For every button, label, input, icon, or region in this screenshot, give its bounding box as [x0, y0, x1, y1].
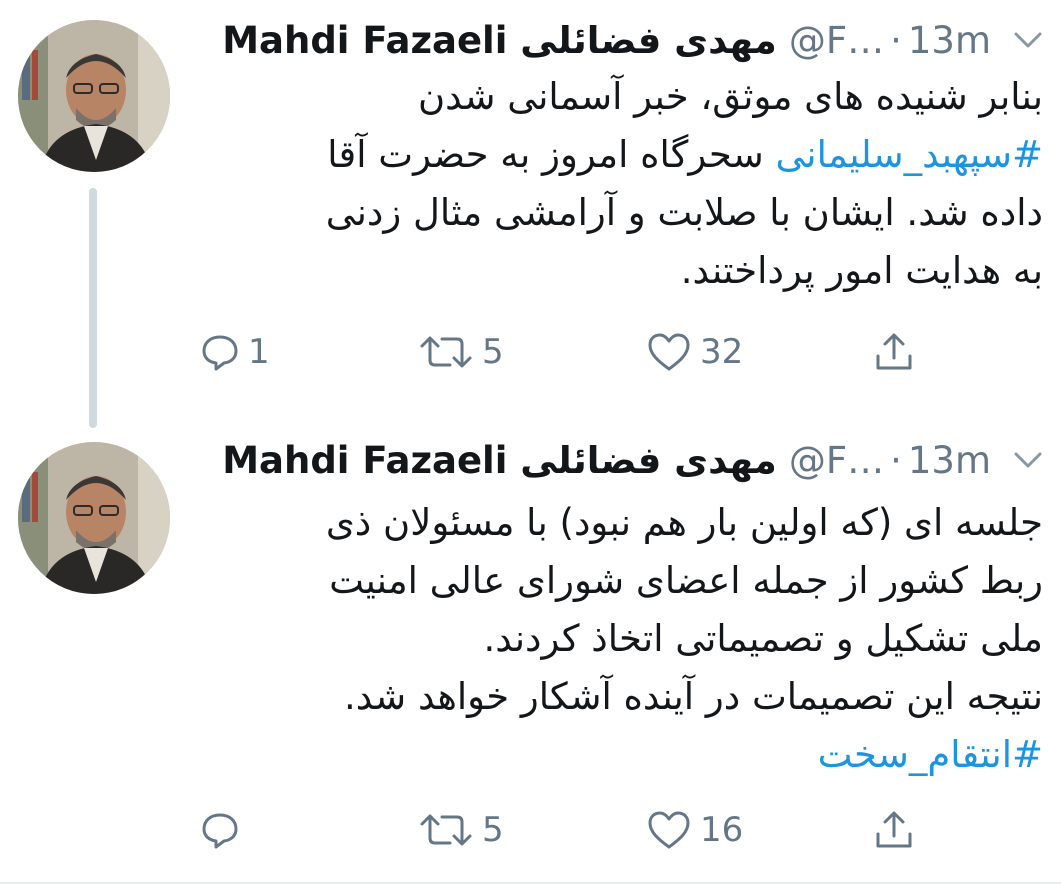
tweet-text: بنابر شنیده های موثق، خبر آسمانی شدن #سپ… [200, 68, 1043, 300]
separator: · [890, 438, 902, 482]
share-icon [876, 333, 912, 370]
separator: · [890, 18, 902, 62]
reply-icon [202, 335, 238, 371]
like-button[interactable]: 16 [646, 800, 743, 860]
timestamp[interactable]: 13m [908, 439, 991, 482]
tweet-line: #انتقام_سخت [200, 726, 1043, 784]
tweet-line: جلسه ای (که اولین بار هم نبود) با مسئولا… [325, 501, 1043, 544]
tweet-line: به هدایت امور پرداختند. [680, 249, 1043, 292]
tweet-actions: 5 16 [0, 800, 1061, 860]
author-name[interactable]: Mahdi Fazaeli مهدی فضائلی [222, 19, 777, 62]
reply-icon [202, 813, 238, 849]
tweet-line: بنابر شنیده های موثق، خبر آسمانی شدن [417, 75, 1043, 118]
share-button[interactable] [872, 800, 916, 860]
avatar[interactable] [18, 442, 170, 594]
author-handle[interactable]: @F… [789, 19, 884, 62]
like-count: 16 [700, 810, 744, 850]
tweet-line: نتیجه این تصمیمات در آینده آشکار خواهد ش… [344, 675, 1043, 718]
like-icon [648, 811, 690, 849]
hashtag-link[interactable]: #سپهبد_سلیمانی [775, 133, 1043, 176]
tweet-line: #سپهبد_سلیمانی سحرگاه امروز به حضرت آقا [327, 133, 1043, 176]
chevron-down-icon[interactable] [1013, 30, 1043, 50]
retweet-button[interactable]: 5 [418, 322, 504, 382]
thread-line [89, 188, 97, 428]
share-button[interactable] [872, 322, 916, 382]
tweet-header: Mahdi Fazaeli مهدی فضائلی @F… · 13m [222, 436, 1043, 484]
tweet-header: Mahdi Fazaeli مهدی فضائلی @F… · 13m [222, 16, 1043, 64]
avatar[interactable] [18, 20, 170, 172]
reply-button[interactable]: 1 [200, 322, 270, 382]
reply-count: 1 [248, 332, 270, 372]
like-button[interactable]: 32 [646, 322, 743, 382]
hashtag-link[interactable]: #انتقام_سخت [818, 733, 1043, 776]
divider [0, 882, 1061, 884]
retweet-count: 5 [482, 332, 504, 372]
timestamp[interactable]: 13m [908, 19, 991, 62]
retweet-icon [420, 814, 472, 846]
tweet-line: ملی تشکیل و تصمیماتی اتخاذ کردند. [483, 617, 1043, 660]
author-name[interactable]: Mahdi Fazaeli مهدی فضائلی [222, 439, 777, 482]
tweet-text: جلسه ای (که اولین بار هم نبود) با مسئولا… [200, 494, 1043, 784]
tweet-line: داده شد. ایشان با صلابت و آرامشی مثال زد… [325, 191, 1043, 234]
like-icon [648, 333, 690, 371]
share-icon [876, 811, 912, 848]
retweet-count: 5 [482, 810, 504, 850]
retweet-icon [420, 336, 472, 368]
tweet-line: ربط کشور از جمله اعضای شورای عالی امنیت [329, 559, 1043, 602]
tweet[interactable]: Mahdi Fazaeli مهدی فضائلی @F… · 13m بناب… [0, 0, 1061, 428]
author-handle[interactable]: @F… [789, 439, 884, 482]
tweet-actions: 1 5 32 [0, 322, 1061, 382]
chevron-down-icon[interactable] [1013, 450, 1043, 470]
retweet-button[interactable]: 5 [418, 800, 504, 860]
reply-button[interactable] [200, 800, 248, 860]
like-count: 32 [700, 332, 744, 372]
